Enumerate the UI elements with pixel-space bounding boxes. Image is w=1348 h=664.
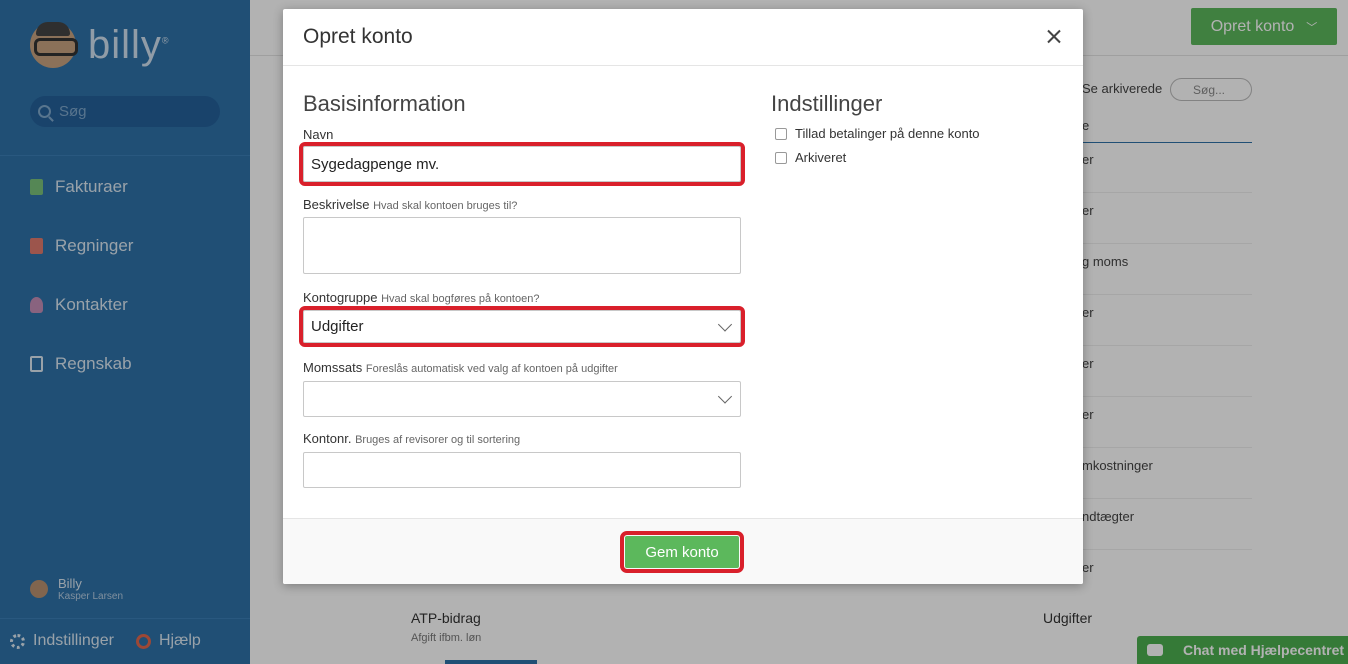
allow-payments-label: Tillad betalinger på denne konto — [795, 126, 980, 141]
account-group-value: Udgifter — [311, 318, 364, 335]
vat-label-text: Momssats — [303, 360, 363, 375]
modal-title: Opret konto — [303, 25, 413, 48]
name-field[interactable]: Sygedagpenge mv. — [299, 142, 745, 186]
create-account-modal: Opret konto Basisinformation Indstilling… — [283, 9, 1083, 584]
name-label-text: Navn — [303, 127, 334, 142]
name-field-value: Sygedagpenge mv. — [311, 155, 440, 173]
allow-payments-checkbox[interactable] — [775, 127, 787, 140]
close-icon[interactable] — [1043, 26, 1065, 48]
save-account-button[interactable]: Gem konto — [620, 531, 744, 573]
chevron-down-icon — [717, 316, 733, 332]
description-label: Beskrivelse Hvad skal kontoen bruges til… — [303, 197, 517, 212]
archived-label: Arkiveret — [795, 150, 847, 165]
archived-checkbox[interactable] — [775, 151, 787, 164]
modal-header: Opret konto — [283, 9, 1083, 66]
group-label-text: Kontogruppe — [303, 290, 378, 305]
account-number-label: Kontonr. Bruges af revisorer og til sort… — [303, 431, 520, 446]
account-number-label-text: Kontonr. — [303, 431, 352, 446]
group-label: Kontogruppe Hvad skal bogføres på kontoe… — [303, 290, 539, 305]
account-number-field[interactable] — [303, 452, 741, 488]
allow-payments-option[interactable]: Tillad betalinger på denne konto — [775, 126, 980, 141]
vat-hint: Foreslås automatisk ved valg af kontoen … — [365, 363, 618, 375]
save-account-label: Gem konto — [645, 543, 719, 561]
settings-section-title: Indstillinger — [771, 91, 883, 116]
account-number-hint: Bruges af revisorer og til sortering — [355, 434, 521, 446]
description-textarea[interactable] — [303, 217, 741, 274]
archived-option[interactable]: Arkiveret — [775, 150, 846, 165]
vat-label: Momssats Foreslås automatisk ved valg af… — [303, 360, 618, 375]
name-label: Navn — [303, 127, 333, 142]
account-group-select[interactable]: Udgifter — [299, 306, 745, 347]
basis-section-title: Basisinformation — [303, 91, 466, 116]
description-label-text: Beskrivelse — [303, 197, 370, 212]
chevron-down-icon — [717, 389, 733, 404]
vat-rate-select[interactable] — [303, 381, 741, 417]
group-hint: Hvad skal bogføres på kontoen? — [381, 293, 540, 305]
description-hint: Hvad skal kontoen bruges til? — [373, 200, 518, 212]
modal-footer: Gem konto — [283, 518, 1083, 584]
